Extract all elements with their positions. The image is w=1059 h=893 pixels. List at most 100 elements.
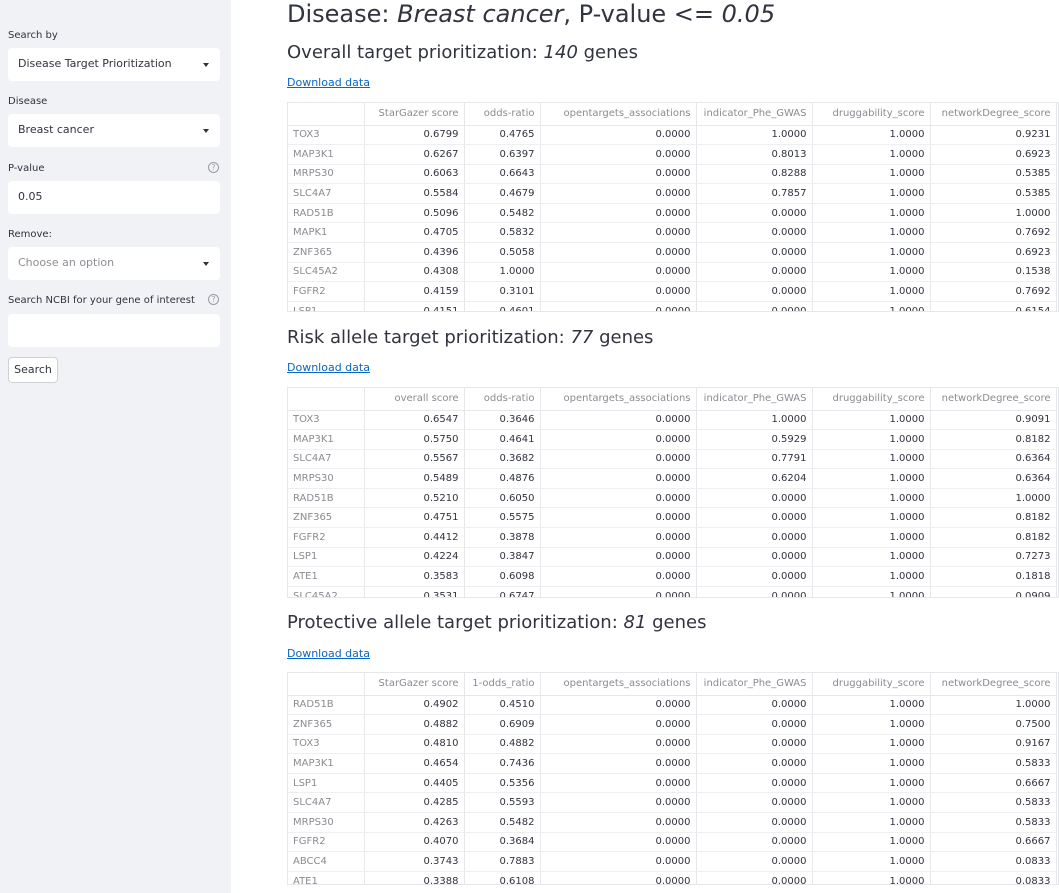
help-icon[interactable]: ? bbox=[208, 294, 219, 305]
table-cell: 0.4224 bbox=[364, 547, 465, 568]
protective-table[interactable]: StarGazer score 1-odds_ratio opentargets_a… bbox=[287, 672, 1059, 885]
table-cell: 0.0000 bbox=[696, 695, 813, 716]
table-row: ZNF365 0.4882 0.6909 0.0000 0.0000 1.0000 0.75… bbox=[288, 714, 1057, 735]
column-header[interactable] bbox=[288, 388, 365, 411]
column-header[interactable]: overall score bbox=[364, 388, 465, 411]
table-cell: 0.0000 bbox=[696, 301, 813, 311]
row-index-gene: FGFR2 bbox=[288, 832, 365, 853]
table-row: MAP3K1 0.4654 0.7436 0.0000 0.0000 1.0000 0.58… bbox=[288, 753, 1057, 774]
row-index-gene: ZNF365 bbox=[288, 242, 365, 263]
table-cell: 0.4705 bbox=[364, 222, 465, 244]
table-cell: 1.0000 bbox=[812, 527, 931, 548]
column-header[interactable]: networkDegree_score bbox=[930, 673, 1057, 696]
table-cell: 0.7857 bbox=[696, 183, 813, 204]
table-cell: 0.0000 bbox=[696, 566, 813, 587]
overall-table[interactable]: StarGazer score odds-ratio opentargets_ass… bbox=[287, 102, 1059, 312]
table-cell: 0.4876 bbox=[464, 468, 541, 489]
download-data-link[interactable]: Download data bbox=[287, 76, 370, 89]
table-cell: 0.0833 bbox=[930, 871, 1057, 884]
table-row: LSP1 0.4405 0.5356 0.0000 0.0000 1.0000 0.6667 bbox=[288, 773, 1057, 794]
table-row: FGFR2 0.4159 0.3101 0.0000 0.0000 1.0000 0.769… bbox=[288, 281, 1057, 302]
table-cell: 0.0000 bbox=[540, 222, 697, 244]
table-cell: 0.5833 bbox=[930, 753, 1057, 774]
table-row: ABCC4 0.3743 0.7883 0.0000 0.0000 1.0000 0.083… bbox=[288, 851, 1057, 872]
table-cell: 0.4396 bbox=[364, 242, 465, 263]
table-cell: 0.0000 bbox=[696, 832, 813, 853]
column-header[interactable]: opentargets_associations bbox=[540, 388, 697, 411]
column-header[interactable]: opentargets_associations bbox=[540, 103, 697, 126]
table-cell: 0.6098 bbox=[464, 566, 541, 587]
table-cell: 0.0000 bbox=[540, 429, 697, 450]
table-cell: 1.0000 bbox=[696, 125, 813, 146]
help-icon[interactable]: ? bbox=[208, 162, 219, 173]
table-cell: 1.0000 bbox=[812, 547, 931, 568]
pvalue-input[interactable]: 0.05 bbox=[8, 181, 220, 214]
ncbi-search-input[interactable] bbox=[8, 314, 220, 347]
column-header[interactable]: indicator_Phe_GWAS bbox=[696, 673, 813, 696]
remove-select[interactable]: Choose an option bbox=[8, 247, 220, 280]
column-header[interactable]: indicator_Phe_GWAS bbox=[696, 103, 813, 126]
table-cell: 0.0000 bbox=[540, 125, 697, 146]
disease-select[interactable]: Breast cancer bbox=[8, 114, 220, 147]
table-cell: 0.7436 bbox=[464, 753, 541, 774]
table-cell: 1.0000 bbox=[812, 871, 931, 884]
table-cell: 0.5356 bbox=[464, 773, 541, 794]
table-cell: 0.5058 bbox=[464, 242, 541, 263]
table-cell: 1.0000 bbox=[812, 449, 931, 470]
table-cell: 0.3743 bbox=[364, 851, 465, 872]
table-cell: 0.0000 bbox=[540, 773, 697, 794]
table-cell: 0.3531 bbox=[364, 586, 465, 597]
table-cell: 1.0000 bbox=[464, 262, 541, 283]
column-header[interactable]: opentargets_associations bbox=[540, 673, 697, 696]
column-header[interactable]: 1-odds_ratio bbox=[464, 673, 541, 696]
row-index-gene: ATE1 bbox=[288, 871, 365, 884]
table-cell: 0.4405 bbox=[364, 773, 465, 794]
row-index-gene: LSP1 bbox=[288, 773, 365, 794]
row-index-gene: SLC4A7 bbox=[288, 183, 365, 204]
row-index-gene: ZNF365 bbox=[288, 714, 365, 735]
table-cell: 1.0000 bbox=[812, 792, 931, 814]
column-header[interactable]: odds-ratio bbox=[464, 103, 541, 126]
column-header[interactable]: StarGazer score bbox=[364, 103, 465, 126]
table-cell: 0.4285 bbox=[364, 792, 465, 814]
column-header[interactable]: networkDegree_score bbox=[930, 388, 1057, 411]
row-index-gene: ZNF365 bbox=[288, 507, 365, 529]
table-row: MRPS30 0.5489 0.4876 0.0000 0.6204 1.0000 0.63… bbox=[288, 468, 1057, 489]
page-title: Disease: Breast cancer, P-value <= 0.05 bbox=[287, 0, 775, 28]
column-header[interactable] bbox=[288, 103, 365, 126]
table-cell: 0.5593 bbox=[464, 792, 541, 814]
column-header[interactable]: networkDegree_score bbox=[930, 103, 1057, 126]
table-cell: 1.0000 bbox=[812, 242, 931, 263]
table-cell: 1.0000 bbox=[812, 203, 931, 224]
table-row: SLC45A2 0.3531 0.6747 0.0000 0.0000 1.0000 0.0… bbox=[288, 586, 1057, 597]
column-header[interactable]: odds-ratio bbox=[464, 388, 541, 411]
column-header[interactable]: indicator_Phe_GWAS bbox=[696, 388, 813, 411]
column-header[interactable]: druggability_score bbox=[812, 673, 931, 696]
column-header[interactable]: StarGazer score bbox=[364, 673, 465, 696]
column-header[interactable] bbox=[288, 673, 365, 696]
download-data-link[interactable]: Download data bbox=[287, 647, 370, 660]
download-data-link[interactable]: Download data bbox=[287, 361, 370, 374]
table-cell: 0.0000 bbox=[540, 507, 697, 529]
table-cell: 0.7692 bbox=[930, 222, 1057, 244]
table-cell: 0.6204 bbox=[696, 468, 813, 489]
search-by-select[interactable]: Disease Target Prioritization bbox=[8, 48, 220, 81]
table-cell: 0.0000 bbox=[696, 281, 813, 302]
table-row: SLC4A7 0.5567 0.3682 0.0000 0.7791 1.0000 0.63… bbox=[288, 449, 1057, 470]
table-cell: 1.0000 bbox=[812, 281, 931, 302]
table-cell: 0.8288 bbox=[696, 164, 813, 185]
table-cell: 1.0000 bbox=[812, 164, 931, 185]
table-cell: 1.0000 bbox=[812, 301, 931, 311]
search-button[interactable]: Search bbox=[8, 357, 58, 383]
table-cell: 0.6063 bbox=[364, 164, 465, 185]
risk-table[interactable]: overall score odds-ratio opentargets_assoc… bbox=[287, 387, 1059, 598]
disease-value: Breast cancer bbox=[18, 123, 94, 136]
table-cell: 0.5210 bbox=[364, 488, 465, 509]
column-header[interactable]: druggability_score bbox=[812, 388, 931, 411]
column-header[interactable]: druggability_score bbox=[812, 103, 931, 126]
row-index-gene: RAD51B bbox=[288, 695, 365, 716]
table-header-row: overall score odds-ratio opentargets_assoc… bbox=[288, 388, 1057, 411]
table-cell: 0.6108 bbox=[464, 871, 541, 884]
table-cell: 0.4159 bbox=[364, 281, 465, 302]
table-cell: 0.7883 bbox=[464, 851, 541, 872]
